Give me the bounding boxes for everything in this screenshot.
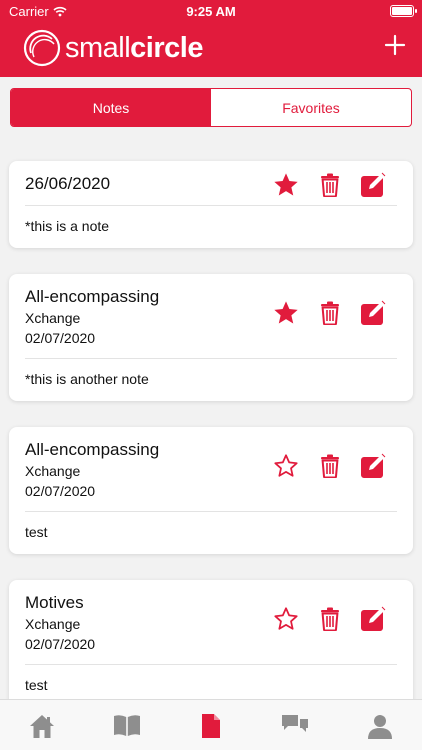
note-card[interactable]: All-encompassing Xchange 02/07/2020 test: [9, 427, 413, 554]
status-time: 9:25 AM: [186, 4, 236, 19]
note-text: *this is another note: [25, 371, 149, 387]
battery-icon: [390, 5, 417, 17]
tab-messages[interactable]: [253, 700, 337, 750]
note-text: test: [25, 524, 48, 540]
app-logo: smallcircle: [22, 28, 203, 68]
note-card[interactable]: All-encompassing Xchange 02/07/2020 *thi…: [9, 274, 413, 401]
edit-note-icon[interactable]: [359, 451, 389, 481]
segment-notes[interactable]: Notes: [11, 89, 211, 126]
note-text: *this is a note: [25, 218, 110, 234]
note-card[interactable]: 26/06/2020 *this is a note: [9, 161, 413, 248]
plus-icon[interactable]: [384, 34, 406, 56]
book-icon: [113, 715, 140, 736]
note-actions: [271, 298, 389, 328]
logo-text-light: small: [65, 31, 131, 64]
note-header: Motives Xchange 02/07/2020: [9, 580, 413, 664]
delete-trash-icon[interactable]: [315, 170, 345, 200]
logo-wordmark: smallcircle: [65, 32, 203, 65]
profile-icon: [367, 715, 392, 739]
note-header: All-encompassing Xchange 02/07/2020: [9, 274, 413, 358]
note-actions: [271, 604, 389, 634]
status-bar: Carrier 9:25 AM: [0, 0, 422, 22]
tab-profile[interactable]: [338, 700, 422, 750]
home-icon: [30, 715, 55, 738]
favorite-star-filled-icon[interactable]: [271, 170, 301, 200]
logo-text-bold: circle: [130, 31, 203, 64]
note-header: 26/06/2020: [9, 161, 413, 205]
favorite-star-filled-icon[interactable]: [271, 298, 301, 328]
segment-favorites[interactable]: Favorites: [211, 89, 411, 126]
delete-trash-icon[interactable]: [315, 604, 345, 634]
delete-trash-icon[interactable]: [315, 298, 345, 328]
app-header: Carrier 9:25 AM smallcircle: [0, 0, 422, 77]
favorite-star-outline-icon[interactable]: [271, 451, 301, 481]
note-date: 02/07/2020: [25, 330, 96, 346]
note-actions: [271, 170, 389, 200]
favorite-star-outline-icon[interactable]: [271, 604, 301, 634]
edit-note-icon[interactable]: [359, 170, 389, 200]
note-header: All-encompassing Xchange 02/07/2020: [9, 427, 413, 511]
bottom-tab-bar: [0, 699, 422, 750]
tab-notes[interactable]: [169, 700, 253, 750]
chat-icon: [282, 715, 309, 732]
note-card[interactable]: Motives Xchange 02/07/2020 test: [9, 580, 413, 707]
edit-note-icon[interactable]: [359, 604, 389, 634]
notes-favorites-segmented-control: Notes Favorites: [10, 88, 412, 127]
delete-trash-icon[interactable]: [315, 451, 345, 481]
note-date: 02/07/2020: [25, 636, 96, 652]
notes-icon: [202, 714, 221, 738]
note-actions: [271, 451, 389, 481]
edit-note-icon[interactable]: [359, 298, 389, 328]
note-date: 02/07/2020: [25, 483, 96, 499]
tab-library[interactable]: [84, 700, 168, 750]
logo-circle-icon: [23, 29, 61, 67]
tab-home[interactable]: [0, 700, 84, 750]
notes-list: 26/06/2020 *this is a note All-encompass…: [9, 161, 413, 733]
